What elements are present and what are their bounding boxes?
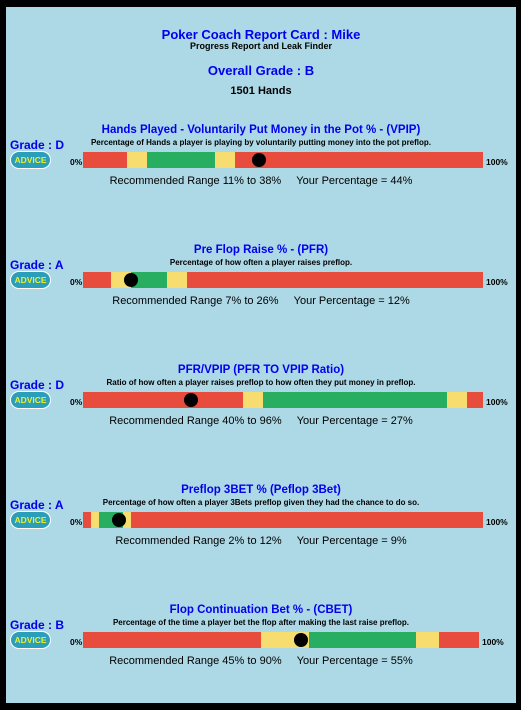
- stat-section: Flop Continuation Bet % - (CBET) Percent…: [6, 600, 516, 710]
- player-value-marker: [112, 513, 126, 527]
- stat-range-line: Recommended Range 40% to 96% Your Percen…: [6, 415, 516, 427]
- your-percentage: Your Percentage = 44%: [296, 175, 413, 187]
- recommended-range: Recommended Range 40% to 96%: [109, 415, 282, 427]
- range-zone-yellow: [127, 152, 147, 168]
- page-title: Poker Coach Report Card : Mike: [161, 27, 361, 42]
- range-zone-yellow: [215, 152, 235, 168]
- range-zone-green: [147, 152, 215, 168]
- scale-min-label: 0%: [70, 277, 83, 287]
- recommended-range: Recommended Range 45% to 90%: [109, 655, 282, 667]
- scale-max-label: 100%: [482, 637, 504, 647]
- stat-range-line: Recommended Range 7% to 26% Your Percent…: [6, 295, 516, 307]
- range-zone-red: [131, 512, 483, 528]
- recommended-range: Recommended Range 7% to 26%: [112, 295, 279, 307]
- stat-section: PFR/VPIP (PFR TO VPIP Ratio) Ratio of ho…: [6, 360, 516, 470]
- stat-section: Hands Played - Voluntarily Put Money in …: [6, 120, 516, 230]
- range-bar: [83, 392, 483, 408]
- stat-description: Percentage of how often a player raises …: [169, 258, 353, 267]
- stat-title: PFR/VPIP (PFR TO VPIP Ratio): [177, 364, 345, 376]
- stat-range-line: Recommended Range 2% to 12% Your Percent…: [6, 535, 516, 547]
- your-percentage: Your Percentage = 9%: [296, 535, 407, 547]
- recommended-range: Recommended Range 11% to 38%: [109, 175, 282, 187]
- your-percentage: Your Percentage = 27%: [296, 415, 413, 427]
- stat-description: Percentage of Hands a player is playing …: [90, 138, 432, 147]
- range-bar: [83, 272, 483, 288]
- stat-grade: Grade : D: [10, 378, 65, 392]
- hands-count: 1501 Hands: [230, 85, 292, 97]
- range-zone-red: [467, 392, 483, 408]
- range-zone-yellow: [415, 632, 440, 648]
- scale-max-label: 100%: [486, 277, 508, 287]
- overall-grade: Overall Grade : B: [207, 63, 315, 78]
- advice-button[interactable]: ADVICE: [10, 631, 51, 649]
- stat-section: Pre Flop Raise % - (PFR) Percentage of h…: [6, 240, 516, 350]
- stat-section: Preflop 3BET % (Peflop 3Bet) Percentage …: [6, 480, 516, 590]
- stat-title: Preflop 3BET % (Peflop 3Bet): [181, 484, 341, 496]
- range-zone-red: [83, 512, 91, 528]
- advice-button[interactable]: ADVICE: [10, 151, 51, 169]
- page-subtitle: Progress Report and Leak Finder: [189, 41, 333, 51]
- scale-max-label: 100%: [486, 397, 508, 407]
- scale-min-label: 0%: [70, 397, 83, 407]
- player-value-marker: [184, 393, 198, 407]
- scale-min-label: 0%: [70, 157, 83, 167]
- player-value-marker: [293, 633, 308, 647]
- range-zone-red: [83, 392, 243, 408]
- advice-button[interactable]: ADVICE: [10, 511, 51, 529]
- stat-range-line: Recommended Range 45% to 90% Your Percen…: [6, 655, 516, 667]
- range-zone-yellow: [91, 512, 99, 528]
- range-zone-yellow: [167, 272, 187, 288]
- stat-title: Hands Played - Voluntarily Put Money in …: [101, 124, 421, 136]
- range-bar: [83, 152, 483, 168]
- scale-min-label: 0%: [70, 637, 83, 647]
- your-percentage: Your Percentage = 55%: [296, 655, 413, 667]
- range-zone-red: [187, 272, 483, 288]
- your-percentage: Your Percentage = 12%: [293, 295, 410, 307]
- advice-button[interactable]: ADVICE: [10, 271, 51, 289]
- stat-description: Ratio of how often a player raises prefl…: [106, 378, 416, 387]
- range-bar: [83, 512, 483, 528]
- stat-grade: Grade : D: [10, 138, 65, 152]
- scale-min-label: 0%: [70, 517, 83, 527]
- range-zone-green: [263, 392, 447, 408]
- advice-button[interactable]: ADVICE: [10, 391, 51, 409]
- player-value-marker: [252, 153, 266, 167]
- range-zone-red: [235, 152, 483, 168]
- recommended-range: Recommended Range 2% to 12%: [115, 535, 282, 547]
- stat-title: Flop Continuation Bet % - (CBET): [169, 604, 353, 616]
- range-zone-red: [83, 152, 127, 168]
- stat-range-line: Recommended Range 11% to 38% Your Percen…: [6, 175, 516, 187]
- stat-title: Pre Flop Raise % - (PFR): [193, 244, 329, 256]
- stat-grade: Grade : A: [10, 498, 64, 512]
- range-zone-red: [83, 632, 262, 648]
- scale-max-label: 100%: [486, 517, 508, 527]
- range-zone-green: [308, 632, 416, 648]
- range-bar: [83, 632, 479, 648]
- range-zone-red: [439, 632, 479, 648]
- scale-max-label: 100%: [486, 157, 508, 167]
- stat-grade: Grade : B: [10, 618, 65, 632]
- report-card-page: Poker Coach Report Card : Mike Progress …: [6, 7, 516, 703]
- stat-description: Percentage of how often a player 3Bets p…: [102, 498, 420, 507]
- range-zone-yellow: [447, 392, 467, 408]
- stat-grade: Grade : A: [10, 258, 64, 272]
- range-zone-red: [83, 272, 111, 288]
- stat-description: Percentage of the time a player bet the …: [112, 618, 410, 627]
- player-value-marker: [124, 273, 138, 287]
- range-zone-yellow: [243, 392, 263, 408]
